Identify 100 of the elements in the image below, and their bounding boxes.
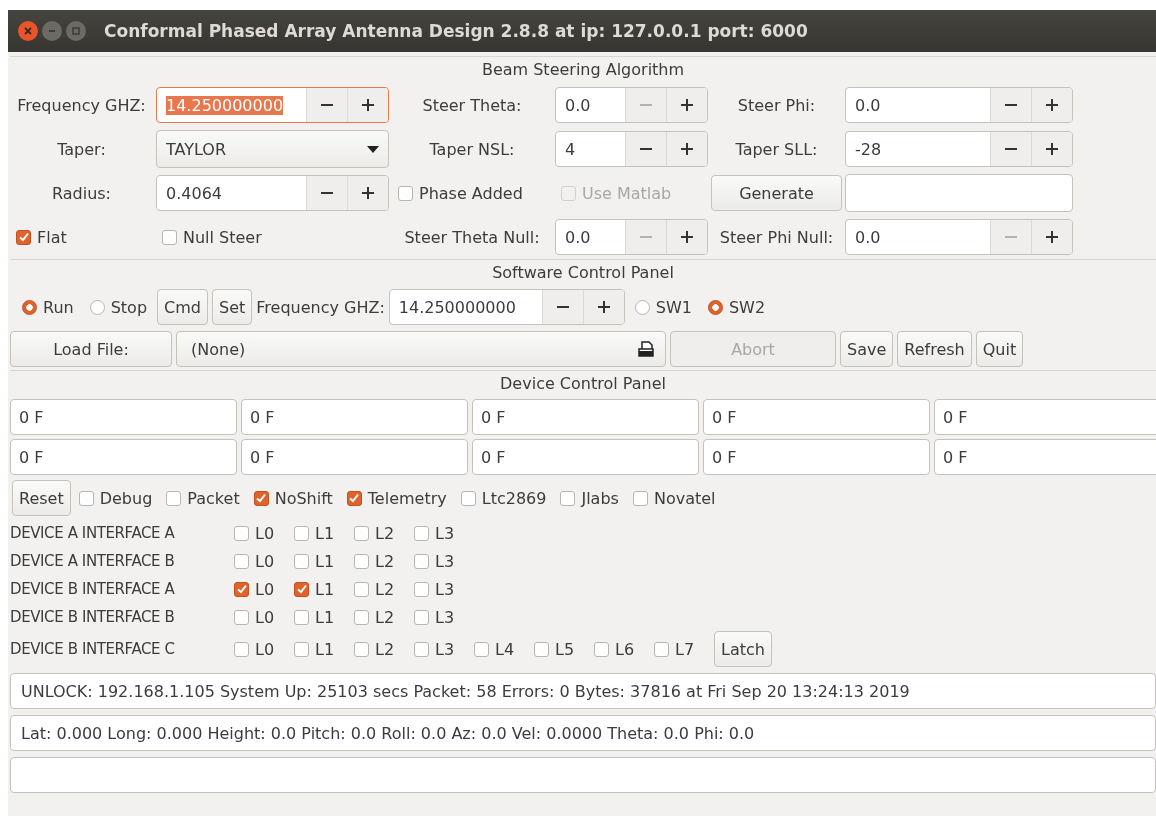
field-label: Steer Phi Null: (718, 227, 835, 247)
text-field[interactable]: 0 F (703, 399, 930, 435)
checkbox[interactable]: Jlabs (560, 488, 619, 508)
checkbox[interactable]: L0 (234, 579, 282, 599)
spin-value[interactable]: -28 (855, 139, 882, 159)
push-button[interactable]: Generate (711, 175, 842, 211)
field-label: DEVICE A INTERFACE A (10, 524, 176, 542)
checkbox[interactable]: L1 (294, 579, 342, 599)
caret-icon (367, 145, 379, 153)
checkbox[interactable]: Novatel (632, 488, 716, 508)
text-field[interactable]: 0 F (472, 399, 699, 435)
close-icon[interactable] (18, 21, 38, 41)
spin-value[interactable]: 0.0 (855, 227, 881, 247)
checkbox[interactable]: L1 (294, 523, 342, 543)
radio-button[interactable]: Run (22, 297, 74, 317)
push-button[interactable]: Refresh (897, 331, 972, 367)
text-field[interactable]: 0 F (472, 439, 699, 475)
spin-value[interactable]: 4 (565, 139, 576, 159)
push-button[interactable]: Quit (975, 331, 1024, 367)
text-field[interactable]: 0 F (241, 439, 468, 475)
text-field[interactable] (845, 174, 1073, 212)
spin-value[interactable]: 14.250000000 (398, 297, 516, 317)
field-label: DEVICE B INTERFACE A (10, 580, 176, 598)
checkbox[interactable]: L2 (354, 551, 402, 571)
radio-button[interactable]: Stop (89, 297, 148, 317)
field-label: Frequency GHZ: (256, 297, 385, 317)
push-button[interactable]: Set (212, 289, 253, 325)
plus-button[interactable] (347, 176, 388, 210)
checkbox[interactable]: L5 (534, 639, 582, 659)
maximize-icon[interactable] (66, 21, 86, 41)
checkbox[interactable]: L7 (654, 639, 702, 659)
push-button[interactable]: Cmd (157, 289, 208, 325)
field-label: Taper: (56, 139, 107, 159)
window-title: Conformal Phased Array Antenna Design 2.8.8 at ip: 127.0.0.1 port: 6000 (104, 21, 808, 41)
checkbox[interactable]: L0 (234, 523, 282, 543)
checkbox[interactable]: Ltc2869 (460, 488, 547, 508)
status-field: Lat: 0.000 Long: 0.000 Height: 0.0 Pitch: 0.0 Roll: 0.0 Az: 0.0 Vel: 0.0000 Theta: 0.0 Phi: 0.0 (10, 715, 1156, 751)
radio-button[interactable]: SW2 (707, 297, 766, 317)
dropdown[interactable]: TAYLOR (156, 130, 389, 168)
text-field[interactable]: 0 F (934, 439, 1156, 475)
radio-button[interactable]: SW1 (634, 297, 692, 317)
plus-icon (1045, 98, 1059, 112)
plus-icon (680, 142, 694, 156)
file-chooser[interactable]: (None) (176, 331, 666, 367)
checkbox[interactable]: L3 (414, 639, 462, 659)
checkbox[interactable]: L3 (414, 607, 462, 627)
checkbox[interactable]: L1 (294, 551, 342, 571)
checkbox[interactable]: L3 (414, 551, 462, 571)
field-label: Frequency GHZ: (16, 95, 147, 115)
plus-icon (361, 98, 375, 112)
plus-button[interactable] (666, 132, 707, 166)
checkbox[interactable]: Debug (78, 488, 153, 508)
text-field[interactable]: 0 F (241, 399, 468, 435)
checkbox[interactable]: L4 (474, 639, 522, 659)
checkbox[interactable]: Packet (166, 488, 240, 508)
spin-value[interactable]: 0.0 (565, 227, 591, 247)
checkbox[interactable]: L1 (294, 607, 342, 627)
push-button[interactable]: Load File: (10, 331, 172, 367)
text-field[interactable]: 0 F (10, 439, 237, 475)
checkbox[interactable]: L0 (234, 639, 282, 659)
checkbox[interactable]: Telemetry (346, 488, 447, 508)
text-field[interactable]: 0 F (934, 399, 1156, 435)
plus-button[interactable] (582, 290, 624, 324)
checkbox[interactable]: L2 (354, 607, 402, 627)
checkbox[interactable]: L0 (234, 607, 282, 627)
plus-icon (1045, 230, 1059, 244)
checkbox[interactable]: L2 (354, 639, 402, 659)
checkbox[interactable]: NoShift (253, 488, 333, 508)
plus-button[interactable] (1031, 132, 1072, 166)
field-label: Taper SLL: (734, 139, 819, 159)
text-field[interactable]: 0 F (703, 439, 930, 475)
minimize-icon[interactable] (42, 21, 62, 41)
push-button[interactable]: Reset (12, 480, 71, 516)
field-label: Steer Phi: (736, 95, 817, 115)
plus-icon (680, 98, 694, 112)
section-title: Device Control Panel (500, 374, 666, 393)
checkbox[interactable]: L1 (294, 639, 342, 659)
text-field[interactable]: 0 F (10, 399, 237, 435)
plus-button[interactable] (666, 88, 707, 122)
status-field: UNLOCK: 192.168.1.105 System Up: 25103 secs Packet: 58 Errors: 0 Bytes: 37816 at Fri Sep 20 13:24:13 2019 (10, 673, 1156, 709)
plus-button[interactable] (666, 220, 707, 254)
checkbox[interactable]: Null Steer (156, 227, 389, 247)
checkbox[interactable]: L0 (234, 551, 282, 571)
field-label: Taper NSL: (428, 139, 516, 159)
push-button[interactable]: Latch (714, 631, 772, 667)
checkbox[interactable]: L2 (354, 523, 402, 543)
push-button[interactable]: Save (840, 331, 894, 367)
spin-value[interactable]: 0.0 (855, 95, 881, 115)
checkbox[interactable]: Flat (10, 227, 153, 247)
checkbox[interactable]: L3 (414, 523, 462, 543)
text-field[interactable] (10, 757, 1156, 793)
checkbox[interactable]: Phase Added (392, 183, 552, 203)
checkbox[interactable]: L3 (414, 579, 462, 599)
plus-button[interactable] (347, 88, 388, 122)
checkbox[interactable]: L2 (354, 579, 402, 599)
spin-value[interactable]: 0.4064 (166, 183, 222, 203)
plus-button[interactable] (1031, 220, 1072, 254)
checkbox[interactable]: L6 (594, 639, 642, 659)
plus-button[interactable] (1031, 88, 1072, 122)
spin-value[interactable]: 0.0 (565, 95, 591, 115)
